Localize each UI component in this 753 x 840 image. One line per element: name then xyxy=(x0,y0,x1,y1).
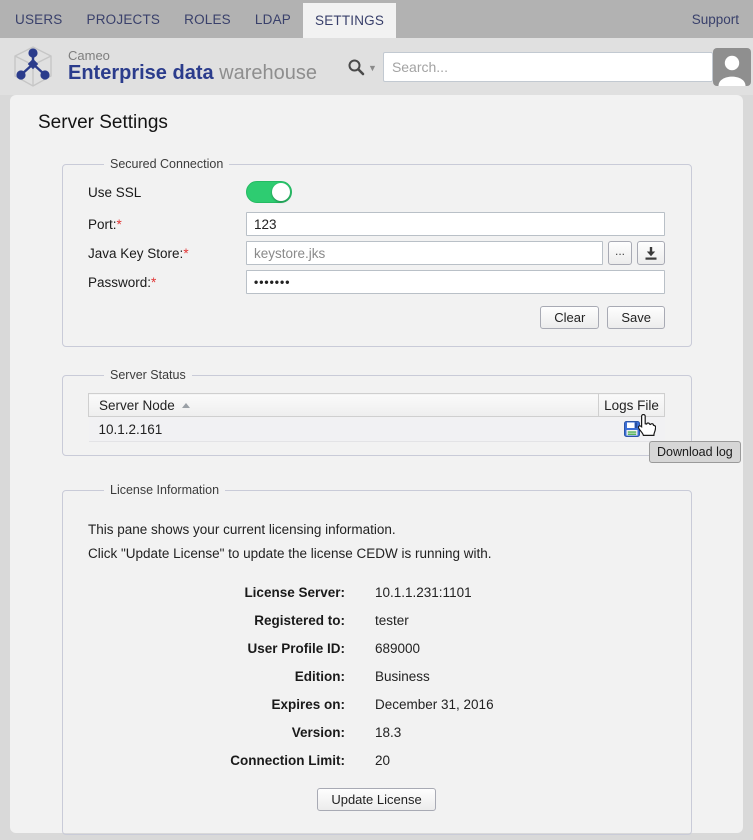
keystore-label: Java Key Store:* xyxy=(88,245,189,261)
list-item: User Profile ID: 689000 xyxy=(247,640,421,656)
server-node-cell: 10.1.2.161 xyxy=(88,416,599,442)
column-header-logs-file: Logs File xyxy=(598,393,665,417)
column-header-server-node[interactable]: Server Node xyxy=(88,393,599,417)
secured-connection-legend: Secured Connection xyxy=(110,157,224,171)
list-item: Connection Limit: 20 xyxy=(230,752,391,768)
clear-button[interactable]: Clear xyxy=(540,306,600,329)
download-keystore-button[interactable] xyxy=(637,241,665,265)
license-info-line-1: This pane shows your current licensing i… xyxy=(88,522,396,537)
user-menu-button[interactable]: ▼ xyxy=(712,47,753,86)
brand-warehouse: warehouse xyxy=(219,61,318,84)
settings-page: Server Settings Secured Connection Use S… xyxy=(10,95,743,835)
nav-item-ldap[interactable]: LDAP xyxy=(243,0,303,38)
update-license-button[interactable]: Update License xyxy=(317,788,436,811)
required-asterisk: * xyxy=(151,274,157,290)
search-scope-caret-icon[interactable]: ▼ xyxy=(368,63,377,73)
list-item: Registered to: tester xyxy=(254,612,409,628)
search-area: ▼ xyxy=(347,51,713,82)
download-log-tooltip: Download log xyxy=(649,441,741,463)
use-ssl-toggle[interactable] xyxy=(246,181,292,203)
keystore-input[interactable] xyxy=(246,241,603,265)
secured-connection-section: Secured Connection Use SSL Port:* Java K… xyxy=(62,157,692,347)
password-label: Password:* xyxy=(88,274,157,290)
license-information-section: License Information This pane shows your… xyxy=(62,483,692,835)
server-status-table: Server Node Logs File 10.1.2.161 xyxy=(88,393,665,442)
port-label: Port:* xyxy=(88,216,122,232)
license-information-legend: License Information xyxy=(110,483,220,497)
license-info-line-2: Click "Update License" to update the lic… xyxy=(88,546,492,561)
server-status-section: Server Status Server Node Logs File 10.1… xyxy=(62,368,692,456)
nav-item-settings[interactable]: SETTINGS xyxy=(302,3,397,38)
browse-keystore-button[interactable]: ... xyxy=(608,241,632,265)
cameo-logo-icon xyxy=(10,44,56,90)
nav-item-users[interactable]: USERS xyxy=(3,0,75,38)
required-asterisk: * xyxy=(183,245,189,261)
download-icon xyxy=(645,246,657,260)
download-log-button[interactable] xyxy=(623,421,640,437)
user-avatar-icon xyxy=(712,47,751,86)
search-input[interactable] xyxy=(382,51,713,82)
search-icon[interactable] xyxy=(347,58,365,76)
table-row: 10.1.2.161 xyxy=(88,416,665,442)
list-item: License Server: 10.1.1.231:1101 xyxy=(244,584,472,600)
list-item: Version: 18.3 xyxy=(291,724,402,740)
brand-enterprise-data: Enterprise data xyxy=(68,61,214,84)
list-item: Expires on: December 31, 2016 xyxy=(271,696,494,712)
server-status-legend: Server Status xyxy=(110,368,186,382)
floppy-disk-icon xyxy=(623,421,640,437)
brand-text: Cameo Enterprise data warehouse xyxy=(68,49,317,84)
brand-cameo: Cameo xyxy=(68,48,110,64)
license-details: License Server: 10.1.1.231:1101 Register… xyxy=(88,578,665,774)
password-input[interactable] xyxy=(246,270,665,294)
list-item: Edition: Business xyxy=(294,668,430,684)
support-link[interactable]: Support xyxy=(678,0,753,38)
toggle-knob xyxy=(272,183,290,201)
required-asterisk: * xyxy=(116,216,122,232)
nav-item-roles[interactable]: ROLES xyxy=(172,0,243,38)
port-input[interactable] xyxy=(246,212,665,236)
app-header: Cameo Enterprise data warehouse ▼ ▼ xyxy=(0,38,753,95)
save-button[interactable]: Save xyxy=(607,306,665,329)
page-title: Server Settings xyxy=(38,112,168,133)
sort-ascending-icon xyxy=(181,402,190,408)
nav-item-projects[interactable]: PROJECTS xyxy=(75,0,173,38)
use-ssl-label: Use SSL xyxy=(88,184,142,200)
top-nav-bar: USERS PROJECTS ROLES LDAP SETTINGS Suppo… xyxy=(0,0,753,38)
